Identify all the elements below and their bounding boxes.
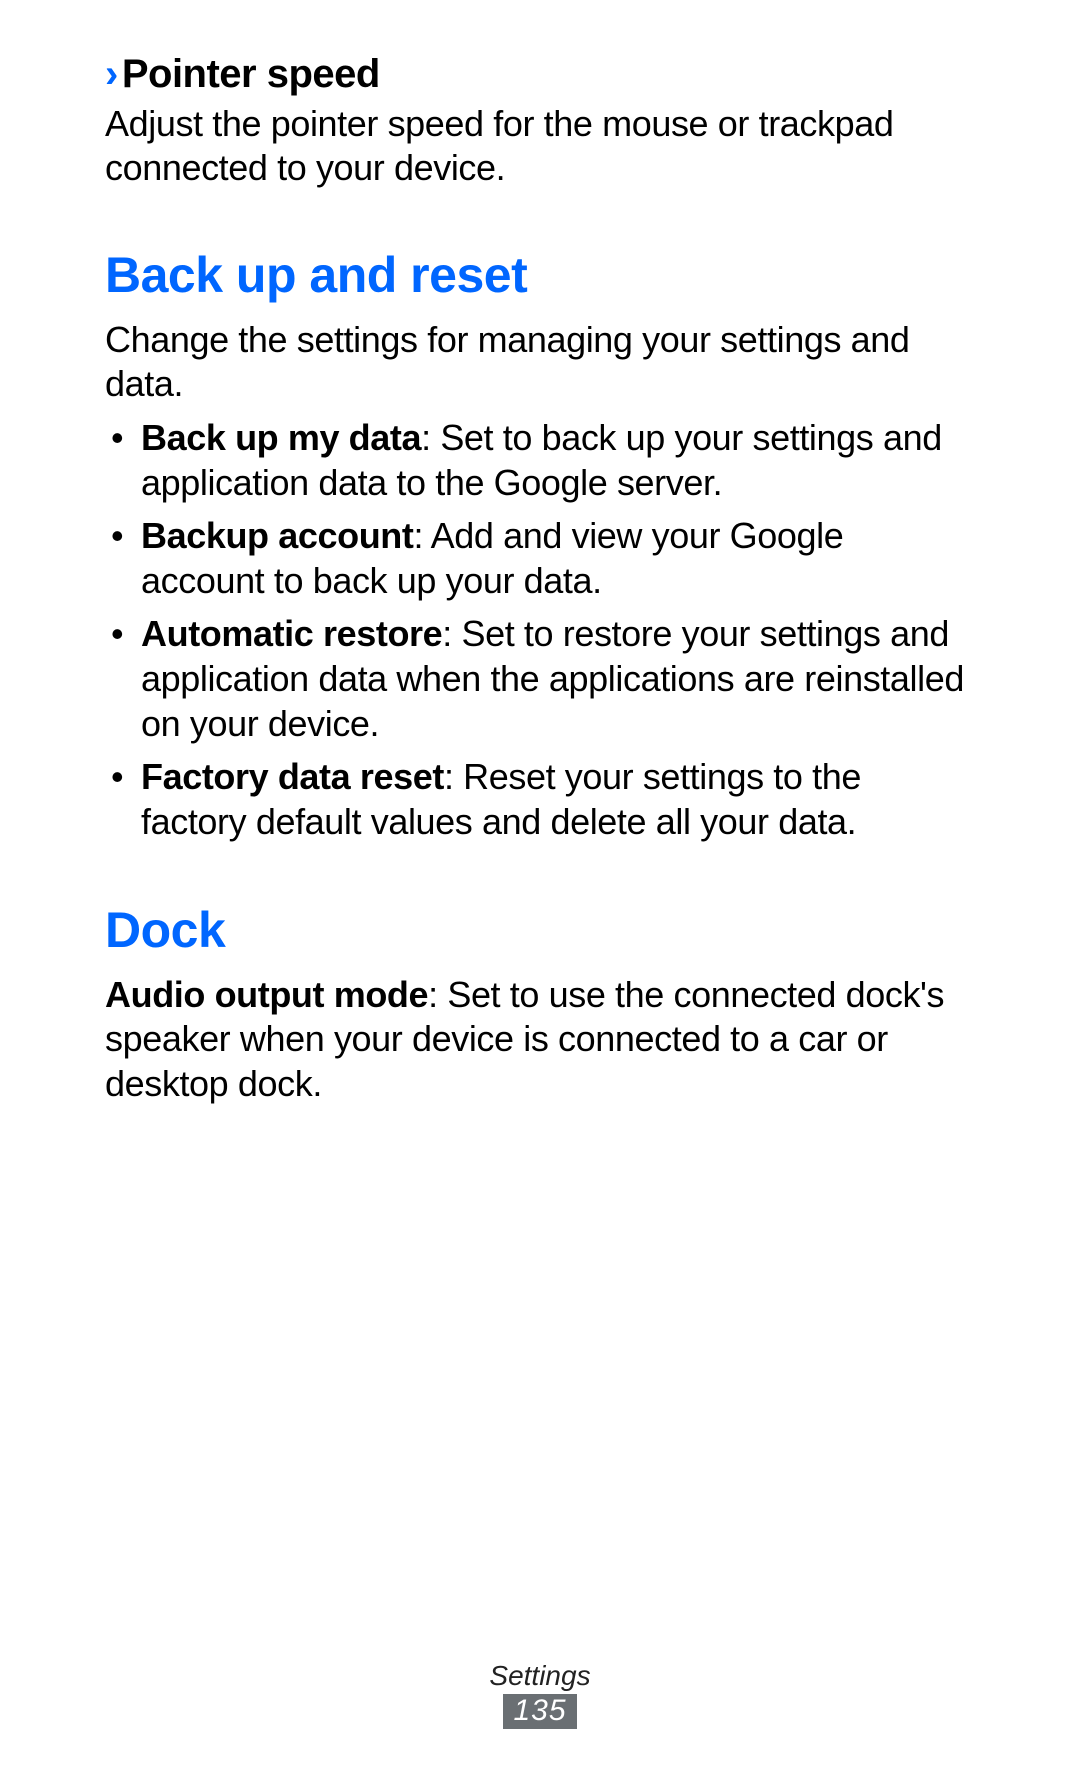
dock-body: Audio output mode: Set to use the connec… bbox=[105, 973, 975, 1106]
page-number-badge: 135 bbox=[503, 1694, 576, 1729]
list-item-term: Back up my data bbox=[141, 417, 421, 458]
list-item: Backup account: Add and view your Google… bbox=[133, 513, 975, 603]
pointer-speed-heading: ›Pointer speed bbox=[105, 50, 975, 98]
pointer-speed-body: Adjust the pointer speed for the mouse o… bbox=[105, 102, 975, 191]
list-item-term: Backup account bbox=[141, 515, 413, 556]
dock-term: Audio output mode bbox=[105, 974, 428, 1015]
pointer-speed-heading-text: Pointer speed bbox=[122, 52, 380, 96]
list-item: Automatic restore: Set to restore your s… bbox=[133, 611, 975, 746]
list-item-term: Factory data reset bbox=[141, 756, 444, 797]
list-item: Factory data reset: Reset your settings … bbox=[133, 754, 975, 844]
backup-intro: Change the settings for managing your se… bbox=[105, 318, 975, 407]
backup-list: Back up my data: Set to back up your set… bbox=[105, 415, 975, 844]
list-item: Back up my data: Set to back up your set… bbox=[133, 415, 975, 505]
backup-heading: Back up and reset bbox=[105, 247, 975, 305]
dock-heading: Dock bbox=[105, 902, 975, 960]
chevron-icon: › bbox=[105, 52, 118, 96]
list-item-term: Automatic restore bbox=[141, 613, 442, 654]
footer-section-label: Settings bbox=[0, 1660, 1080, 1692]
manual-page: ›Pointer speed Adjust the pointer speed … bbox=[0, 0, 1080, 1771]
page-footer: Settings 135 bbox=[0, 1660, 1080, 1729]
